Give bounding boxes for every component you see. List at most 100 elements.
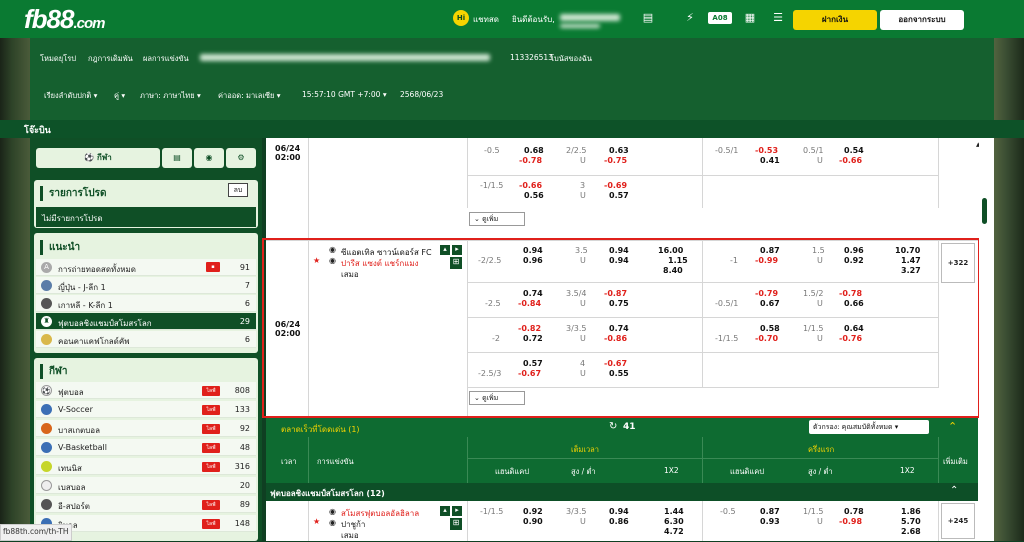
sport-item[interactable]: V-Soccer ไลฟ์ 133: [36, 401, 256, 418]
odds-select[interactable]: ค่าออด: มาเลเซีย ▾: [218, 90, 281, 102]
a08-icon[interactable]: A08: [708, 12, 732, 24]
odds-cell[interactable]: 0.87: [760, 507, 780, 516]
odds-cell[interactable]: 0.67: [760, 299, 780, 308]
odds-cell[interactable]: 8.40: [663, 266, 683, 275]
odds-cell[interactable]: 0.86: [609, 517, 629, 526]
odds-cell[interactable]: 0.78: [844, 507, 864, 516]
odds-cell[interactable]: 0.94: [523, 246, 543, 255]
favorite-star-icon[interactable]: ★: [313, 256, 320, 265]
sport-item[interactable]: V-Basketball ไลฟ์ 48: [36, 439, 256, 456]
chat-icon[interactable]: Hi: [453, 10, 469, 26]
my-bonus-link[interactable]: โบนัสของฉัน: [550, 53, 592, 65]
odds-cell[interactable]: -0.78: [839, 289, 862, 298]
deposit-button[interactable]: ฝากเงิน: [793, 10, 877, 30]
field-icon[interactable]: ⊞: [450, 257, 462, 269]
odds-cell[interactable]: 0.57: [523, 359, 543, 368]
odds-cell[interactable]: 0.63: [609, 146, 629, 155]
rules-link[interactable]: กฎการเดิมพัน: [88, 53, 133, 65]
odds-cell[interactable]: -0.66: [519, 181, 542, 190]
odds-cell[interactable]: 5.70: [901, 517, 921, 526]
odds-cell[interactable]: 0.55: [609, 369, 629, 378]
euro-mode-link[interactable]: โหมดยุโรป: [40, 53, 76, 65]
odds-cell[interactable]: 0.72: [523, 334, 543, 343]
settings-icon[interactable]: ⚙: [226, 148, 256, 168]
odds-cell[interactable]: 0.54: [844, 146, 864, 155]
featured-markets-title[interactable]: ตลาดเร็วที่โดดเด่น (1): [281, 423, 360, 436]
odds-cell[interactable]: -0.84: [518, 299, 541, 308]
odds-cell[interactable]: 10.70: [895, 246, 920, 255]
odds-cell[interactable]: -0.70: [755, 334, 778, 343]
odds-cell[interactable]: -0.87: [604, 289, 627, 298]
stats-icon[interactable]: ▴: [440, 245, 450, 255]
sport-item[interactable]: เบสบอล 20: [36, 477, 256, 494]
odds-cell[interactable]: 4.72: [664, 527, 684, 536]
collapse-icon[interactable]: ⌃: [948, 420, 957, 433]
odds-cell[interactable]: 0.93: [760, 517, 780, 526]
odds-cell[interactable]: -0.66: [839, 156, 862, 165]
delete-favorites-button[interactable]: ลบ: [228, 183, 248, 197]
odds-cell[interactable]: 0.94: [609, 507, 629, 516]
filter-select[interactable]: ตัวกรอง: คุณสมบัติทั้งหมด ▾: [809, 420, 929, 434]
odds-cell[interactable]: -0.82: [518, 324, 541, 333]
odds-cell[interactable]: -0.67: [604, 359, 627, 368]
odds-cell[interactable]: -0.79: [755, 289, 778, 298]
recommended-item[interactable]: ญี่ปุ่น - J-ลีก 17: [36, 277, 256, 294]
logout-button[interactable]: ออกจากระบบ: [880, 10, 964, 30]
recommended-item[interactable]: A การถ่ายทอดสดทั้งหมด ▪ 91: [36, 259, 256, 276]
odds-cell[interactable]: 0.90: [523, 517, 543, 526]
odds-cell[interactable]: 0.57: [609, 191, 629, 200]
odds-cell[interactable]: 0.92: [523, 507, 543, 516]
odds-cell[interactable]: 1.44: [664, 507, 684, 516]
recommended-item[interactable]: เกาหลี - K-ลีก 16: [36, 295, 256, 312]
sport-item[interactable]: บาสเกตบอล ไลฟ์ 92: [36, 420, 256, 437]
odds-cell[interactable]: 1.47: [901, 256, 921, 265]
more-odds-button[interactable]: ⌄ ดูเพิ่ม: [469, 391, 525, 405]
odds-cell[interactable]: 0.75: [609, 299, 629, 308]
scrollbar-thumb[interactable]: [982, 198, 987, 224]
more-markets-button[interactable]: +322: [941, 243, 975, 283]
sport-item[interactable]: เทนนิส ไลฟ์ 316: [36, 458, 256, 475]
odds-cell[interactable]: -0.53: [755, 146, 778, 155]
odds-cell[interactable]: 0.58: [760, 324, 780, 333]
odds-cell[interactable]: -0.78: [519, 156, 542, 165]
results-link[interactable]: ผลการแข่งขัน: [143, 53, 189, 65]
odds-cell[interactable]: 0.74: [523, 289, 543, 298]
odds-cell[interactable]: 2.68: [901, 527, 921, 536]
odds-cell[interactable]: 0.94: [609, 246, 629, 255]
live-stream-icon[interactable]: ▸: [452, 506, 462, 516]
odds-cell[interactable]: 1.15: [668, 256, 688, 265]
sort-select[interactable]: เรียงลำดับปกติ ▾: [44, 90, 97, 102]
odds-cell[interactable]: 0.68: [524, 146, 544, 155]
odds-cell[interactable]: 0.41: [760, 156, 780, 165]
odds-cell[interactable]: 0.94: [609, 256, 629, 265]
odds-cell[interactable]: -0.69: [604, 181, 627, 190]
odds-cell[interactable]: 6.30: [664, 517, 684, 526]
favorite-star-icon[interactable]: ★: [313, 517, 320, 526]
odds-cell[interactable]: 0.56: [524, 191, 544, 200]
odds-cell[interactable]: 0.66: [844, 299, 864, 308]
odds-cell[interactable]: 16.00: [658, 246, 683, 255]
odds-cell[interactable]: 3.27: [901, 266, 921, 275]
sport-tab[interactable]: ⚽ กีฬา: [36, 148, 160, 168]
more-odds-button[interactable]: ⌄ ดูเพิ่ม: [469, 212, 525, 226]
more-markets-button[interactable]: +245: [941, 503, 975, 539]
language-select[interactable]: ภาษา: ภาษาไทย ▾: [140, 90, 201, 102]
menu-icon[interactable]: ☰: [770, 10, 786, 26]
odds-cell[interactable]: 0.92: [844, 256, 864, 265]
statement-icon[interactable]: ▤: [640, 10, 656, 26]
recommended-item-active[interactable]: ♜ ฟุตบอลชิงแชมป์สโมสรโลก 29: [36, 313, 256, 330]
odds-cell[interactable]: -0.67: [518, 369, 541, 378]
field-icon[interactable]: ⊞: [450, 518, 462, 530]
odds-cell[interactable]: 0.87: [760, 246, 780, 255]
odds-cell[interactable]: 1.86: [901, 507, 921, 516]
recommended-item[interactable]: คอนคาแคฟโกลด์คัพ 6: [36, 331, 256, 348]
betslip-icon[interactable]: ▤: [162, 148, 192, 168]
flash-icon[interactable]: ⚡: [682, 10, 698, 26]
odds-cell[interactable]: 0.96: [844, 246, 864, 255]
apps-icon[interactable]: ▦: [742, 10, 758, 26]
odds-cell[interactable]: 0.64: [844, 324, 864, 333]
live-chat-link[interactable]: แชทสด: [473, 13, 499, 26]
scrollbar[interactable]: [979, 138, 992, 418]
stats-icon[interactable]: ▴: [440, 506, 450, 516]
sport-item[interactable]: อี-สปอร์ต ไลฟ์ 89: [36, 496, 256, 513]
